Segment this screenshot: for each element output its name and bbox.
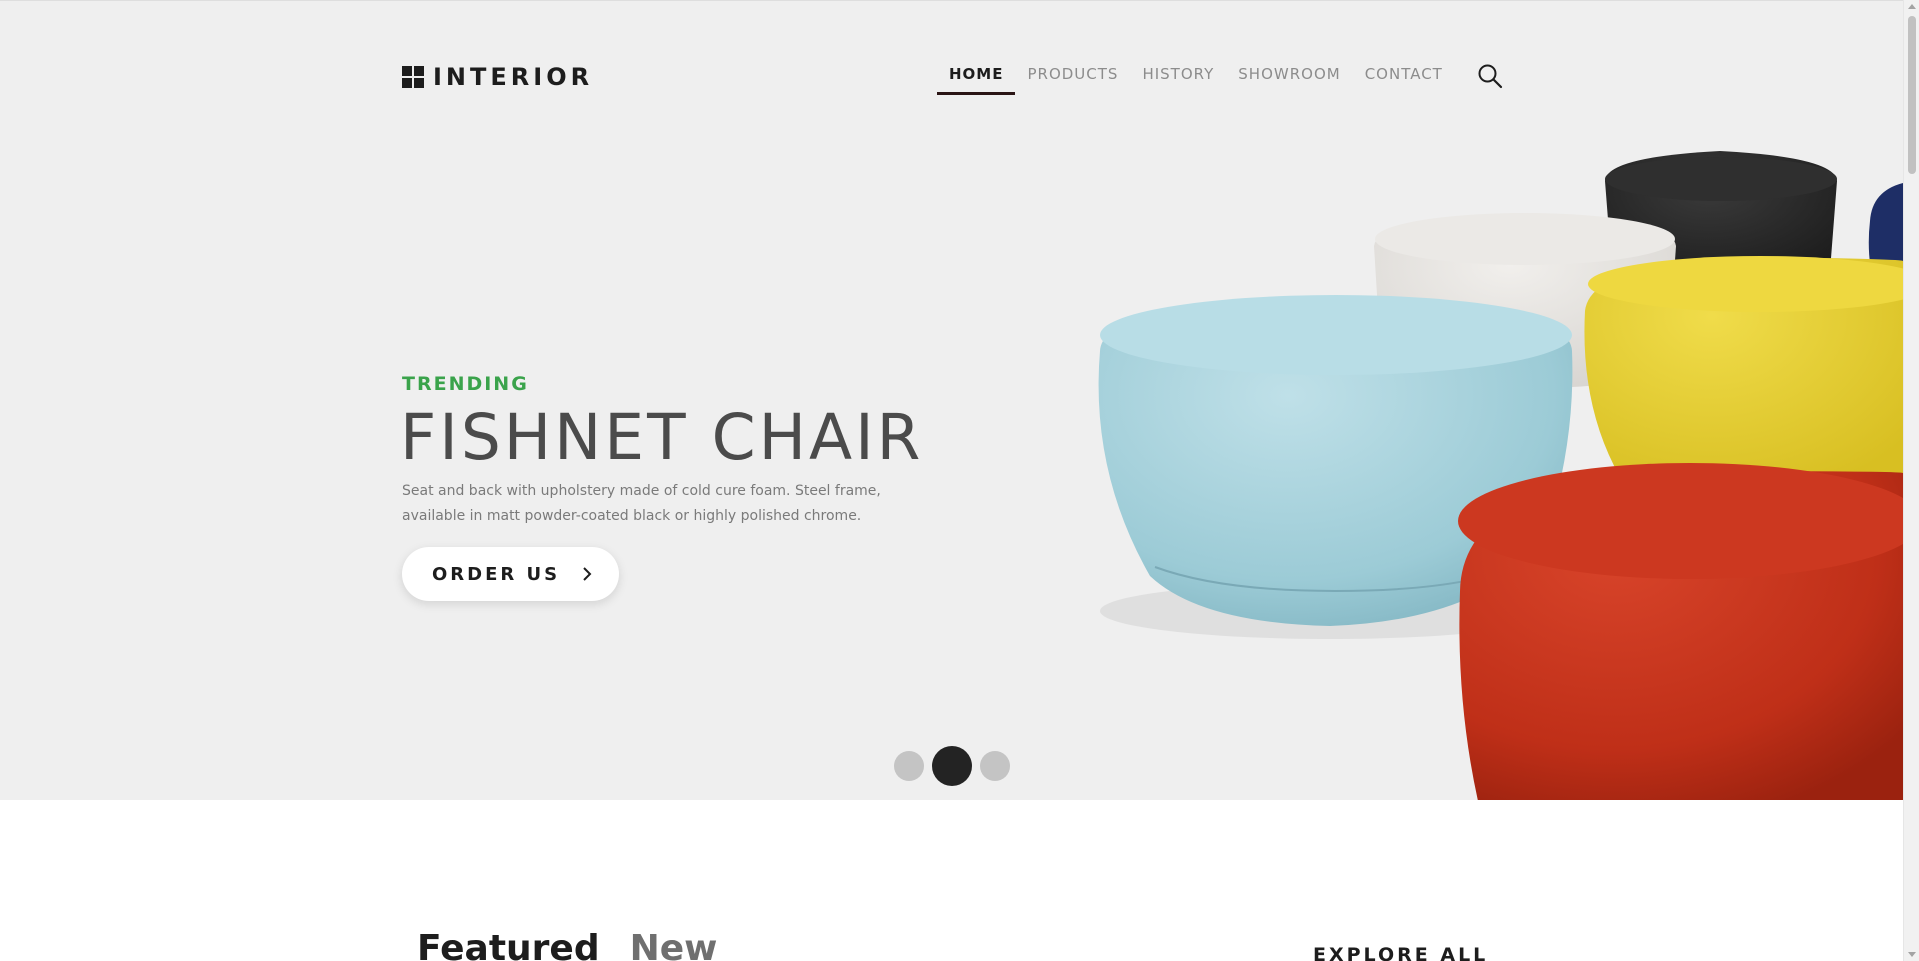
- scrollbar-thumb[interactable]: [1908, 16, 1916, 174]
- slider-pagination: [894, 746, 1010, 786]
- search-button[interactable]: [1477, 63, 1503, 89]
- nav-item-home[interactable]: HOME: [937, 63, 1016, 95]
- brand-name: INTERIOR: [433, 63, 594, 91]
- red-pouf: [1458, 463, 1903, 800]
- slider-dot-3[interactable]: [980, 751, 1010, 781]
- chevron-right-icon: [583, 567, 592, 581]
- product-tabs: Featured New: [417, 928, 717, 961]
- hero-description: Seat and back with upholstery made of co…: [402, 483, 881, 524]
- order-us-label: ORDER US: [432, 563, 561, 585]
- page-scrollbar[interactable]: [1903, 0, 1919, 961]
- scroll-up-icon[interactable]: [1908, 4, 1916, 9]
- tab-featured[interactable]: Featured: [417, 928, 600, 961]
- logo-grid-icon: [402, 66, 424, 88]
- yellow-pouf: [1584, 256, 1903, 494]
- brand-logo[interactable]: INTERIOR: [402, 63, 593, 91]
- hero-title: FISHNET CHAIR: [400, 401, 924, 474]
- scroll-down-icon[interactable]: [1908, 952, 1916, 957]
- slider-dot-2[interactable]: [932, 746, 972, 786]
- explore-all-link[interactable]: EXPLORE ALL: [1313, 944, 1488, 961]
- search-icon: [1478, 64, 1503, 89]
- hero-slider: INTERIOR HOME PRODUCTS HISTORY SHOWROOM …: [0, 0, 1903, 800]
- order-us-button[interactable]: ORDER US: [402, 547, 619, 601]
- tab-new[interactable]: New: [630, 928, 718, 961]
- page: INTERIOR HOME PRODUCTS HISTORY SHOWROOM …: [0, 0, 1903, 961]
- hero-product-image: [1098, 151, 1903, 800]
- nav-item-history[interactable]: HISTORY: [1130, 63, 1226, 95]
- slider-dot-1[interactable]: [894, 751, 924, 781]
- nav-item-contact[interactable]: CONTACT: [1353, 63, 1455, 95]
- main-nav: HOME PRODUCTS HISTORY SHOWROOM CONTACT: [937, 63, 1455, 95]
- hero-kicker: TRENDING: [402, 373, 529, 395]
- nav-item-products[interactable]: PRODUCTS: [1015, 63, 1130, 95]
- nav-item-showroom[interactable]: SHOWROOM: [1226, 63, 1352, 95]
